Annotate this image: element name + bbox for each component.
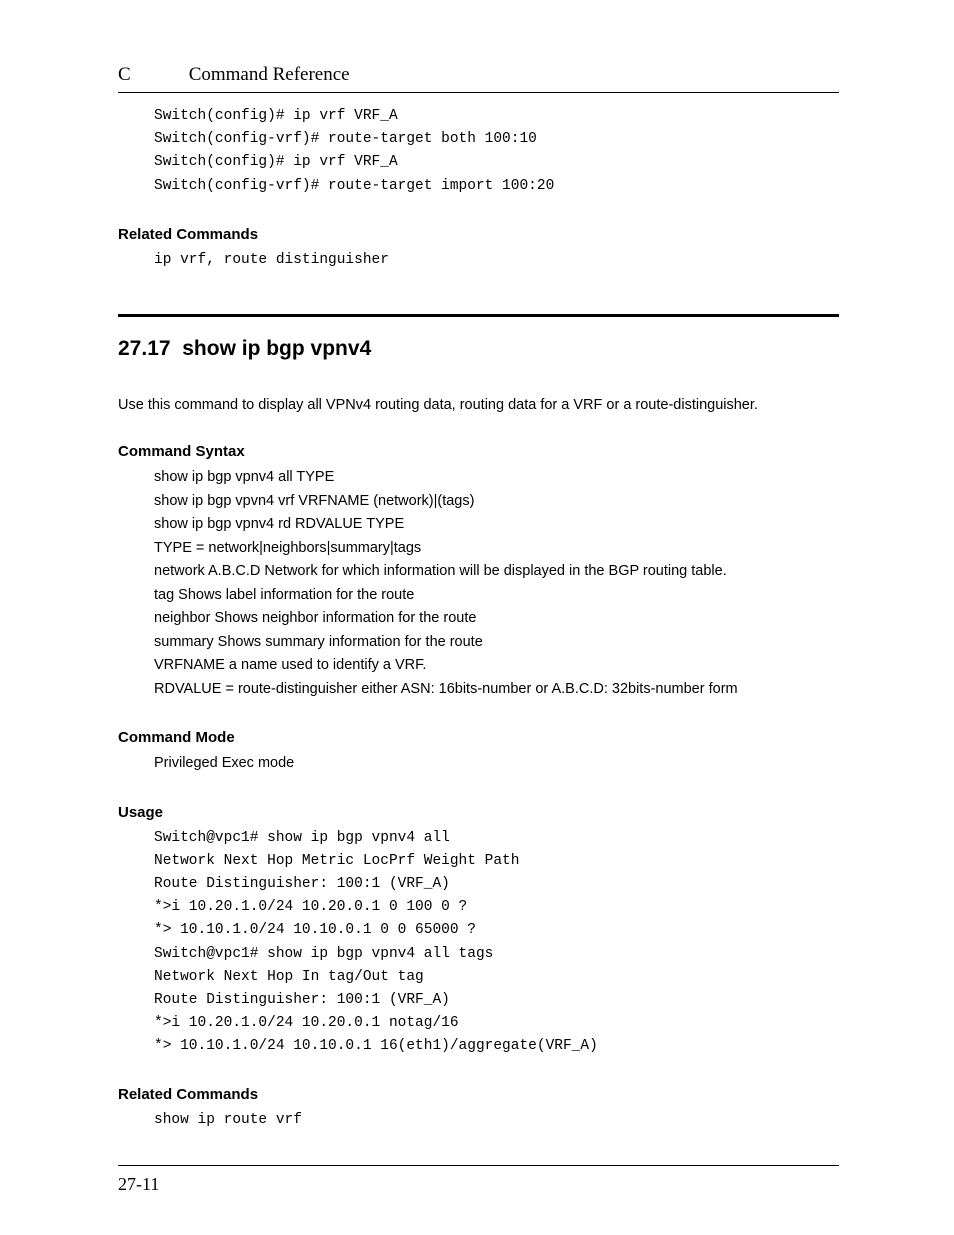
- syntax-line: show ip bgp vpvn4 vrf VRFNAME (network)|…: [154, 490, 839, 513]
- syntax-line: summary Shows summary information for th…: [154, 631, 839, 654]
- syntax-line: show ip bgp vpnv4 all TYPE: [154, 466, 839, 489]
- syntax-line: network A.B.C.D Network for which inform…: [154, 560, 839, 583]
- syntax-line: TYPE = network|neighbors|summary|tags: [154, 537, 839, 560]
- header-title: Command Reference: [189, 64, 350, 86]
- syntax-line: tag Shows label information for the rout…: [154, 584, 839, 607]
- related-commands-code-1: ip vrf, route distinguisher: [154, 249, 839, 272]
- usage-code-block: Switch@vpc1# show ip bgp vpnv4 all Netwo…: [154, 827, 839, 1059]
- related-commands-label-2: Related Commands: [118, 1086, 839, 1103]
- command-mode-text: Privileged Exec mode: [154, 752, 839, 775]
- page-number: 27-11: [118, 1174, 159, 1194]
- top-code-block: Switch(config)# ip vrf VRF_A Switch(conf…: [154, 105, 839, 198]
- section-rule: [118, 314, 839, 317]
- section-intro: Use this command to display all VPNv4 ro…: [118, 395, 839, 415]
- section-title-text: show ip bgp vpnv4: [182, 337, 371, 360]
- section-heading: 27.17 show ip bgp vpnv4: [118, 337, 839, 361]
- related-commands-label-1: Related Commands: [118, 226, 839, 243]
- related-commands-code-2: show ip route vrf: [154, 1109, 839, 1132]
- command-syntax-label: Command Syntax: [118, 443, 839, 460]
- command-mode-label: Command Mode: [118, 729, 839, 746]
- syntax-line: neighbor Shows neighbor information for …: [154, 607, 839, 630]
- page-header: C Command Reference: [118, 64, 839, 93]
- syntax-line: show ip bgp vpnv4 rd RDVALUE TYPE: [154, 513, 839, 536]
- command-syntax-list: show ip bgp vpnv4 all TYPE show ip bgp v…: [154, 466, 839, 701]
- syntax-line: RDVALUE = route-distinguisher either ASN…: [154, 678, 839, 701]
- page: C Command Reference Switch(config)# ip v…: [0, 0, 954, 1235]
- header-letter: C: [118, 64, 131, 86]
- page-footer: 27-11: [118, 1165, 839, 1195]
- section-number: 27.17: [118, 337, 171, 360]
- syntax-line: VRFNAME a name used to identify a VRF.: [154, 654, 839, 677]
- usage-label: Usage: [118, 804, 839, 821]
